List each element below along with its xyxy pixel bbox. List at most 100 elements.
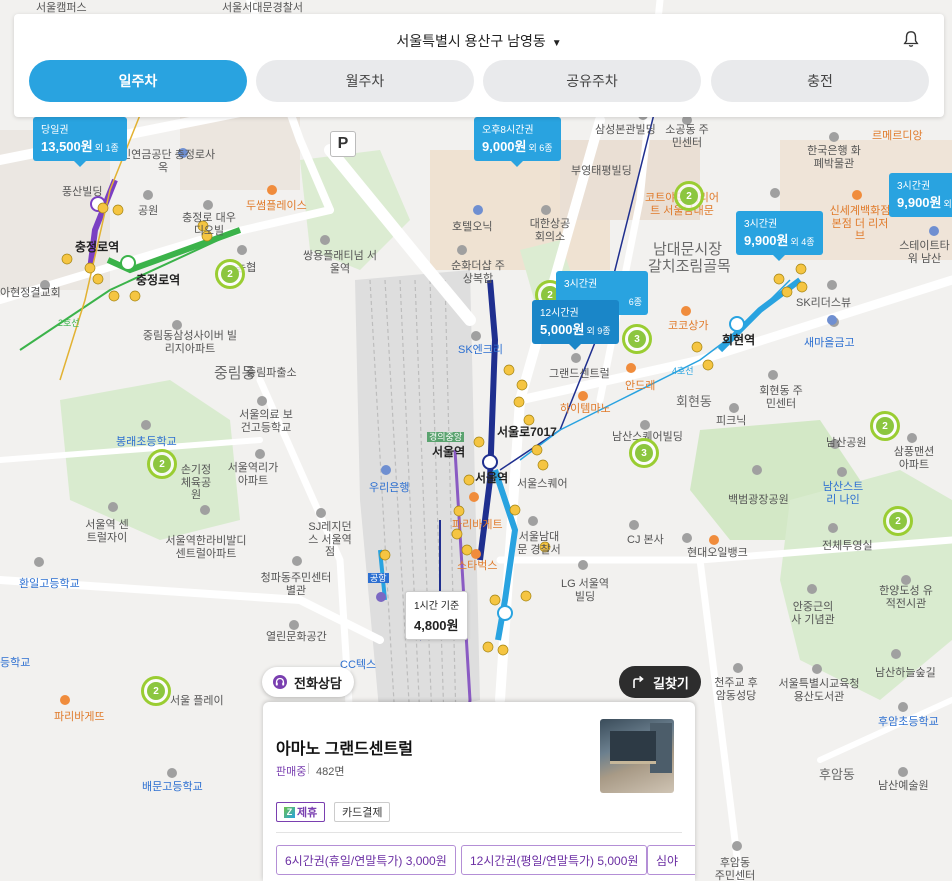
price-tag-price: 9,000원 [482,139,527,154]
card-payment-label: 카드결제 [342,807,383,819]
tab-charging[interactable]: 충전 [711,60,929,102]
price-tag-pointer [569,344,582,350]
parking-lot-marker[interactable]: 2 [870,411,900,441]
price-tag-title: 3시간권 [564,279,598,290]
map-label: 한국은행 화폐박물관 [807,145,861,170]
map-label: 충정로 대우디오빌 [182,212,236,237]
divider [276,832,682,833]
map-label: 서울의료 보건고등학교 [239,409,293,434]
map-label: 열린문화공간 [266,631,327,643]
phone-consult-button[interactable]: 전화상담 [262,667,354,697]
map-label: 피크닉 [716,415,747,427]
lot-count: 3 [628,330,646,348]
map-label: SJ레지던스 서울역점 [308,521,352,559]
price-tag[interactable]: 3시간권 9,900원 외 4종 [736,211,823,261]
location-text: 서울특별시 용산구 남영동 [396,33,546,49]
price-tag-pointer [73,161,86,167]
tab-daily[interactable]: 일주차 [29,60,247,102]
map-label: 서울로7017 [497,425,557,439]
partner-badge-label: 제휴 [297,807,318,819]
parking-type-tabs: 일주차 월주차 공유주차 충전 [29,60,944,102]
bell-icon[interactable] [902,30,920,48]
photo-entrance [610,731,656,764]
map-label: 아현정결교회 [0,287,61,299]
card-payment-badge: 카드결제 [334,802,391,822]
lot-count: 3 [635,444,653,462]
price-tag-price: 5,000원 [540,322,585,337]
parking-lot-marker[interactable]: 2 [141,676,171,706]
headset-icon [273,675,287,689]
ticket-option[interactable]: 6시간권(휴일/연말특가) 3,000원 [276,845,456,875]
map-label: 파리바게트 [452,519,503,531]
price-tag-title: 12시간권 [540,308,579,319]
price-tag-title: 3시간권 [897,181,931,192]
map-label: 서울역 [475,471,509,485]
map-label: 중림파출소 [246,367,297,379]
turn-right-arrow-icon [633,675,644,688]
map-label: 대한상공 회의소 [529,218,571,243]
map-label: 서울서대문경찰서 [222,2,303,14]
tab-shared[interactable]: 공유주차 [483,60,701,102]
map-label: 안드레 [625,380,656,392]
map-label: 충정로역 [75,240,120,254]
price-tag-title: 3시간권 [744,219,778,230]
location-selector[interactable]: 서울특별시 용산구 남영동 ▼ [14,31,944,51]
parking-lot-marker[interactable]: 2 [674,181,704,211]
map-label: 풍산빌딩 [62,186,103,198]
ticket-option[interactable]: 심야 [647,845,695,875]
price-tag[interactable]: 오후8시간권 9,000원 외 6종 [474,117,561,167]
map-label: 코코상가 [668,320,709,332]
price-tag-selected[interactable]: 12시간권 5,000원 외 9종 [532,300,619,350]
price-tag-count: 외 1종 [94,143,119,153]
map-label: 하이템마노 [560,403,611,415]
map-label: 천주교 후암동성당 [714,677,758,702]
directions-label: 길찾기 [653,675,689,691]
map-label: CJ 본사 [627,534,664,546]
map-label: 그랜드센트럴 [549,368,610,380]
parking-lot-marker[interactable]: 2 [147,449,177,479]
map-label: 스타벅스 [457,560,498,572]
map-label: 삼성본관빌딩 [595,124,656,136]
map-label: 봉래초등학교 [116,436,177,448]
parking-lot-marker[interactable]: 2 [215,259,245,289]
hourly-tag-price: 4,800원 [414,618,459,633]
price-tag-count: 외 4종 [790,237,815,247]
map-label: 후암초등학교 [878,716,939,728]
map-label: 공항 [368,573,389,584]
phone-consult-label: 전화상담 [294,675,342,691]
price-tag[interactable]: 당일권 13,500원 외 1종 [33,117,127,167]
top-panel: 서울특별시 용산구 남영동 ▼ 일주차 월주차 공유주차 충전 [14,14,944,117]
ticket-option[interactable]: 12시간권(평일/연말특가) 5,000원 [461,845,648,875]
map-label: 우리은행 [369,482,410,494]
map-label: 서울역한라비발디 센트럴아파트 [165,535,247,560]
map-label: 순화더샵 주상복합 [451,260,505,285]
map-label: 서울스퀘어 [517,478,568,490]
parking-lot-marker[interactable]: 2 [883,506,913,536]
map-label: 청파동주민센터 별관 [260,572,332,597]
parking-lot-marker[interactable]: 3 [629,438,659,468]
tab-monthly[interactable]: 월주차 [256,60,474,102]
lot-count: 2 [876,417,894,435]
price-tag-title: 당일권 [41,125,69,136]
parking-lot-marker[interactable]: 3 [622,324,652,354]
map-label: 회현동 [676,394,712,409]
caret-down-icon: ▼ [551,38,562,49]
map-label: 경의중앙 [427,432,465,443]
price-tag[interactable]: 3시간권 9,900원 외 [889,173,952,217]
map-label: 전체투영실 [822,540,873,552]
parking-p-icon[interactable]: P [330,131,356,157]
price-tag-count: 외 [943,199,952,209]
parking-detail-card[interactable]: 아마노 그랜드센트럴 판매중 482면 Z 제휴 카드결제 6시간권(휴일/연말특… [263,702,695,881]
map-label: 안중근의사 기념관 [791,601,835,626]
parking-photo[interactable] [600,719,674,793]
lot-count: 2 [889,512,907,530]
price-tag-price: 9,900원 [744,233,789,248]
map-label: 삼풍맨션 아파트 [893,446,935,471]
parking-name: 아마노 그랜드센트럴 [276,741,413,758]
map-label: 회현역 [722,333,756,347]
hourly-price-tag[interactable]: 1시간 기준 4,800원 [405,591,469,640]
map-label: 서울남대문 경찰서 [517,531,561,556]
map-label: 후암동 주민센터 [714,857,756,881]
directions-button[interactable]: 길찾기 [619,666,701,698]
map-label: 남산하늘숲길 [875,667,936,679]
